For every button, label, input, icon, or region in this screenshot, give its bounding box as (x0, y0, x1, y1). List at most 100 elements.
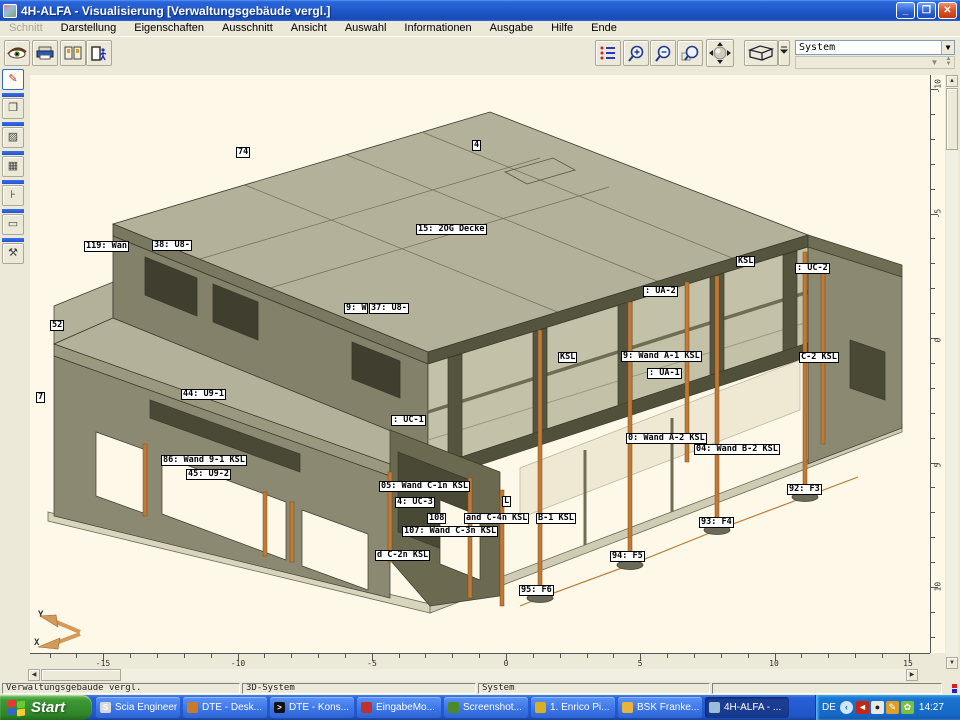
model-annotation-label[interactable]: 9: W (344, 303, 368, 314)
model-annotation-label[interactable]: 4 (472, 140, 481, 151)
model-annotation-label[interactable]: 86: Wand 9-1 KSL (161, 455, 247, 466)
toolbar-grip[interactable] (2, 238, 24, 242)
zoom-out-icon[interactable] (650, 40, 676, 66)
scroll-up-icon[interactable]: ▲ (946, 75, 958, 87)
toolbar-grip[interactable] (2, 122, 24, 126)
model-annotation-label[interactable]: 38: U8- (152, 240, 192, 251)
system-combo[interactable]: System ▼ (795, 40, 955, 55)
model-annotation-label[interactable]: 05: Wand C-1n KSL (379, 481, 470, 492)
model-annotation-label[interactable]: 0: Wand A-2 KSL (626, 433, 707, 444)
menu-item[interactable]: Ausgabe (481, 21, 542, 35)
model-annotation-label[interactable]: 107: Wand C-3n KSL (402, 526, 498, 537)
menu-item[interactable]: Informationen (395, 21, 480, 35)
draw-tool-icon[interactable]: ✎ (886, 701, 899, 714)
model-annotation-label[interactable]: d C-2n KSL (375, 550, 430, 561)
model-annotation-label[interactable]: 4: UC-3 (395, 497, 435, 508)
hscroll-thumb[interactable] (41, 669, 121, 681)
print-icon[interactable] (32, 40, 58, 66)
taskbar-app-icon: S (100, 702, 111, 713)
taskbar-button[interactable]: DTE - Desk... (183, 697, 267, 718)
combo-dropdown-icon[interactable]: ▼ (941, 41, 954, 54)
view-cube-icon[interactable] (744, 40, 778, 66)
tools-icon[interactable]: ⚒ (2, 243, 24, 264)
tray-chevron-icon[interactable]: ‹ (840, 701, 853, 714)
section-pen-icon[interactable]: ✎ (2, 69, 24, 90)
solid-view-icon[interactable]: ❐ (2, 98, 24, 119)
slab-hatch-icon[interactable]: ▨ (2, 127, 24, 148)
taskbar-button[interactable]: > DTE - Kons... (270, 697, 354, 718)
taskbar-button[interactable]: EingabeMo... (357, 697, 441, 718)
model-annotation-label[interactable]: 04: Wand B-2 KSL (694, 444, 780, 455)
menu-item[interactable]: Auswahl (336, 21, 396, 35)
model-annotation-label[interactable]: L (502, 496, 511, 507)
taskbar-button[interactable]: BSK Franke... (618, 697, 702, 718)
language-indicator[interactable]: DE (822, 702, 836, 713)
taskbar-button[interactable]: S Scia Engineer (96, 697, 180, 718)
toolbar-grip[interactable] (2, 209, 24, 213)
model-annotation-label[interactable]: 15: 2OG Decke (416, 224, 487, 235)
taskbar-button[interactable]: 1. Enrico Pi... (531, 697, 615, 718)
taskbar-button[interactable]: Screenshot... (444, 697, 528, 718)
menu-item[interactable]: Ansicht (282, 21, 336, 35)
model-annotation-label[interactable]: 119: Wan (84, 241, 129, 252)
start-button[interactable]: Start (0, 695, 92, 720)
taskbar-button[interactable]: 4H-ALFA - ... (705, 697, 789, 718)
menu-item[interactable]: Darstellung (52, 21, 126, 35)
model-annotation-label[interactable]: 94: F5 (610, 551, 645, 562)
horizontal-scrollbar[interactable]: ◀ ▶ (28, 669, 918, 681)
menu-item[interactable]: Hilfe (542, 21, 582, 35)
zoom-window-icon[interactable] (677, 40, 703, 66)
menu-item[interactable]: Ende (582, 21, 626, 35)
levels-icon[interactable]: ⊦ (2, 185, 24, 206)
model-annotation-label[interactable]: 74 (236, 147, 250, 158)
scroll-down-icon[interactable]: ▼ (946, 657, 958, 669)
exit-door-icon[interactable] (86, 40, 112, 66)
model-annotation-label[interactable]: : UC-1 (391, 415, 426, 426)
model-viewport[interactable]: 74 4 15: 2OG Decke 119: Wan 38: U8- 9: W37: U… (30, 75, 930, 653)
model-annotation-label[interactable]: 52 (50, 320, 64, 331)
vertical-scrollbar[interactable]: ▲ ▼ (946, 75, 958, 669)
model-annotation-label[interactable]: 44: U9-1 (181, 389, 226, 400)
menu-item[interactable]: Ausschnitt (213, 21, 282, 35)
model-annotation-label[interactable]: 7 (36, 392, 45, 403)
view-eye-icon[interactable] (4, 40, 30, 66)
ruler-tick (264, 654, 265, 658)
model-annotation-label[interactable]: 37: U8- (369, 303, 409, 314)
menu-item[interactable]: Schnitt (0, 21, 52, 35)
toolbar-grip[interactable] (2, 93, 24, 97)
model-annotation-label[interactable]: 92: F3 (787, 484, 822, 495)
model-annotation-label[interactable]: : UC-2 (795, 263, 830, 274)
restore-button[interactable]: ❐ (917, 2, 936, 19)
vscroll-thumb[interactable] (946, 88, 958, 150)
pan-control[interactable] (706, 39, 734, 67)
model-annotation-label[interactable]: 95: F6 (519, 585, 554, 596)
secondary-combo[interactable]: ▼ ▲▼ (795, 56, 955, 69)
volume-icon[interactable]: ◄ (856, 701, 869, 714)
model-annotation-label[interactable]: and C-4n KSL (464, 513, 529, 524)
model-annotation-label[interactable]: KSL (736, 256, 755, 267)
model-annotation-label[interactable]: KSL (558, 352, 577, 363)
display-options-icon[interactable] (595, 40, 621, 66)
mesh-grid-icon[interactable]: ▦ (2, 156, 24, 177)
model-annotation-label[interactable]: 93: F4 (699, 517, 734, 528)
model-annotation-label[interactable]: C-2 KSL (799, 352, 839, 363)
model-annotation-label[interactable]: : UA-2 (643, 286, 678, 297)
update-icon[interactable]: ✿ (901, 701, 914, 714)
help-books-icon[interactable] (60, 40, 86, 66)
menu-item[interactable]: Eigenschaften (125, 21, 213, 35)
close-button[interactable]: ✕ (938, 2, 957, 19)
toolbar-grip[interactable] (2, 151, 24, 155)
model-annotation-label[interactable]: : UA-1 (647, 368, 682, 379)
zoom-in-icon[interactable] (623, 40, 649, 66)
model-annotation-label[interactable]: 9: Wand A-1 KSL (621, 351, 702, 362)
media-player-icon[interactable]: ● (871, 701, 884, 714)
model-annotation-label[interactable]: B-1 KSL (536, 513, 576, 524)
textbox-icon[interactable]: ▭ (2, 214, 24, 235)
model-annotation-label[interactable]: 45: U9-2 (186, 469, 231, 480)
view-cube-dropdown[interactable] (778, 40, 790, 66)
scroll-right-icon[interactable]: ▶ (906, 669, 918, 681)
toolbar-grip[interactable] (2, 180, 24, 184)
minimize-button[interactable]: _ (896, 2, 915, 19)
scroll-left-icon[interactable]: ◀ (28, 669, 40, 681)
model-annotation-label[interactable]: 108 (427, 513, 446, 524)
